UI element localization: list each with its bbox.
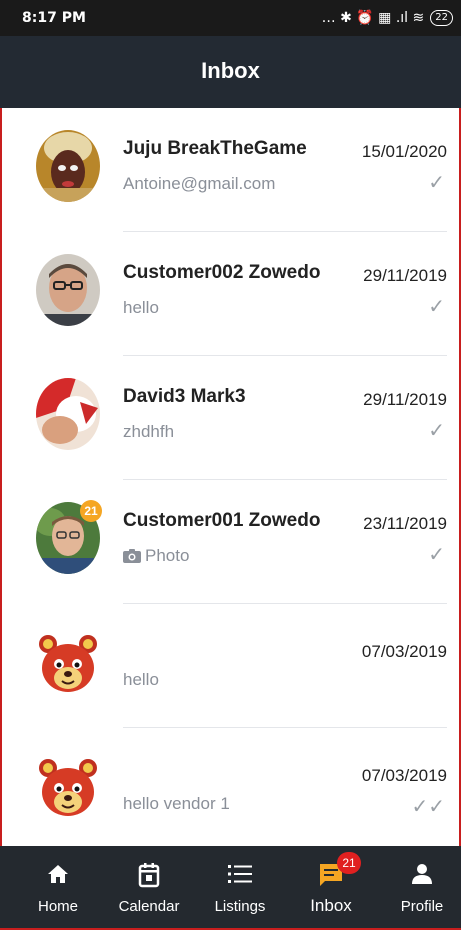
message-preview: hello <box>123 298 159 317</box>
inbox-badge: 21 <box>337 852 361 874</box>
check-icon: ✓ <box>428 170 445 194</box>
conversation-item[interactable]: David3 Mark3 zhdhfh 29/11/2019 ✓ <box>0 356 461 480</box>
conversation-item[interactable]: hello 07/03/2019 <box>0 604 461 728</box>
check-icon: ✓ <box>428 418 445 442</box>
person-icon <box>376 862 461 888</box>
message-preview: hello <box>123 670 159 689</box>
conversation-item[interactable]: hello vendor 1 07/03/2019 ✓✓ <box>0 728 461 846</box>
avatar <box>36 254 100 326</box>
avatar <box>36 378 100 450</box>
message-date: 07/03/2019 <box>361 642 447 661</box>
message-preview: hello vendor 1 <box>123 794 230 813</box>
tab-inbox[interactable]: 21 Inbox <box>285 846 377 928</box>
calendar-icon <box>103 862 195 888</box>
camera-icon <box>123 549 141 563</box>
home-icon <box>12 862 104 888</box>
list-icon <box>194 862 286 888</box>
system-indicators: … ✱ ⏰ ▦ .ıl ≋ <box>321 10 425 26</box>
message-date: 29/11/2019 <box>363 266 447 285</box>
status-icons: … ✱ ⏰ ▦ .ıl ≋ 22 <box>322 6 453 30</box>
check-icon: ✓ <box>428 294 445 318</box>
conversation-item[interactable]: Juju BreakTheGame Antoine@gmail.com 15/0… <box>0 108 461 232</box>
message-date: 29/11/2019 <box>363 390 447 409</box>
battery-icon: 22 <box>430 10 453 26</box>
message-date: 23/11/2019 <box>363 514 447 533</box>
unread-badge: 21 <box>80 500 102 522</box>
tab-home[interactable]: Home <box>12 846 104 928</box>
conversation-list[interactable]: Juju BreakTheGame Antoine@gmail.com 15/0… <box>0 108 461 846</box>
conversation-item[interactable]: Customer002 Zowedo hello 29/11/2019 ✓ <box>0 232 461 356</box>
bear-avatar <box>36 626 100 698</box>
tab-calendar[interactable]: Calendar <box>103 846 195 928</box>
message-date: 07/03/2019 <box>361 766 447 785</box>
status-time: 8:17 PM <box>22 10 86 26</box>
chat-icon <box>285 862 377 888</box>
contact-name: Customer002 Zowedo <box>123 262 321 283</box>
tab-listings[interactable]: Listings <box>194 846 286 928</box>
message-preview: Photo <box>123 546 189 566</box>
page-title: Inbox <box>201 58 260 83</box>
contact-name: Juju BreakTheGame <box>123 138 307 159</box>
message-preview: Antoine@gmail.com <box>123 174 276 193</box>
app-header: Inbox <box>0 36 461 108</box>
message-preview: zhdhfh <box>123 422 175 441</box>
check-icon: ✓ <box>428 542 445 566</box>
contact-name: David3 Mark3 <box>123 386 246 407</box>
status-bar: 8:17 PM … ✱ ⏰ ▦ .ıl ≋ 22 <box>0 0 461 36</box>
double-check-icon: ✓✓ <box>411 794 445 818</box>
tab-profile[interactable]: Profile <box>376 846 461 928</box>
message-date: 15/01/2020 <box>361 142 447 161</box>
contact-name: Customer001 Zowedo <box>123 510 321 531</box>
bear-avatar <box>36 750 100 822</box>
bottom-tab-bar: Home Calendar Listings 21 Inbox Profile <box>0 846 461 928</box>
avatar <box>36 130 100 202</box>
conversation-item[interactable]: 21 Customer001 Zowedo Photo 23/11/2019 ✓ <box>0 480 461 604</box>
